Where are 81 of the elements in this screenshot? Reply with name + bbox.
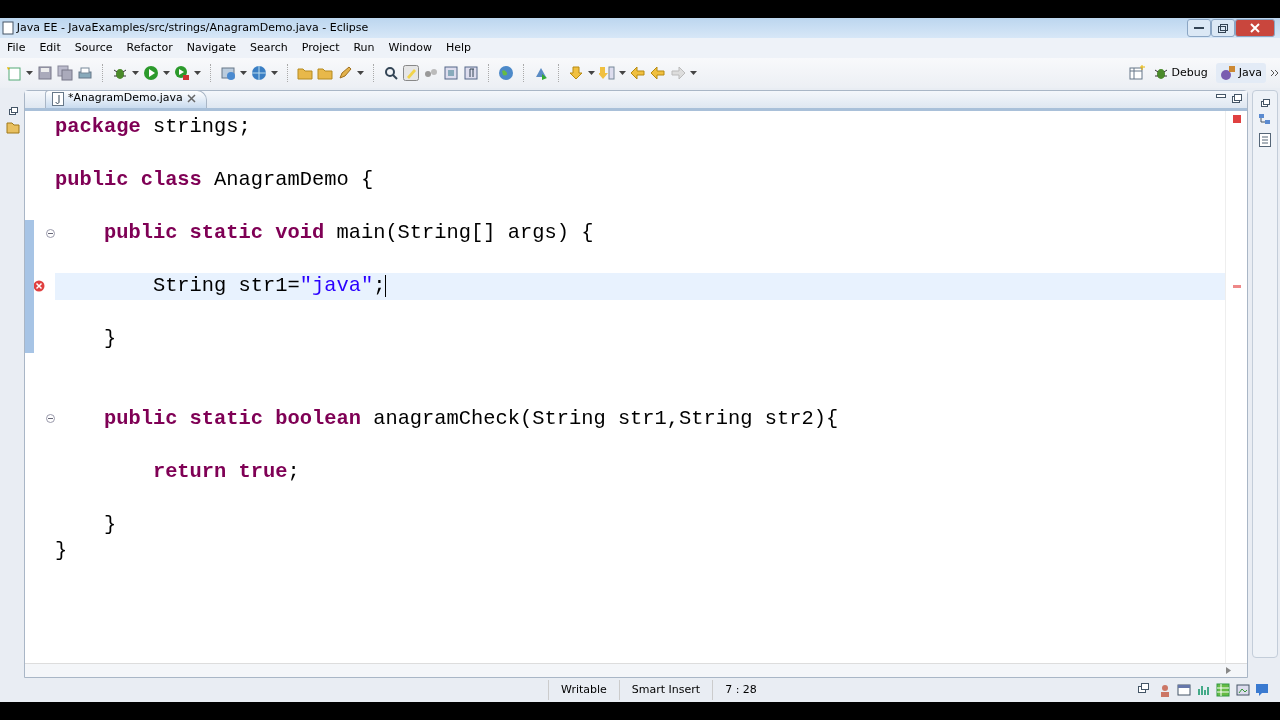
code-line: } xyxy=(102,326,117,352)
dropdown-caret-icon[interactable] xyxy=(26,71,33,75)
error-marker-icon xyxy=(1233,285,1241,288)
code-line: } xyxy=(102,511,117,538)
menu-item[interactable]: Refactor xyxy=(119,39,180,57)
dropdown-caret-icon[interactable] xyxy=(194,71,201,75)
code-line: public class AnagramDemo { xyxy=(55,167,374,193)
collapse-icon[interactable] xyxy=(45,228,55,238)
editor-tab[interactable]: *AnagramDemo.java xyxy=(45,90,207,108)
code-line: return true; xyxy=(151,458,300,485)
restore-icon[interactable] xyxy=(8,106,18,115)
minimize-button[interactable] xyxy=(1186,19,1211,37)
comment-icon[interactable] xyxy=(1255,683,1269,697)
chevron-icon[interactable] xyxy=(1270,69,1280,77)
error-marker-icon xyxy=(1233,115,1241,123)
folder-icon xyxy=(297,65,313,81)
code-line: } xyxy=(55,538,68,564)
perspective-button[interactable]: Debug xyxy=(1148,62,1212,84)
dropdown-caret-icon[interactable] xyxy=(132,71,139,75)
status-field: Smart Insert xyxy=(618,680,713,700)
menu-item[interactable]: Search xyxy=(243,39,295,57)
menu-item[interactable]: Run xyxy=(346,39,382,57)
menu-item[interactable]: Project xyxy=(294,39,347,57)
close-icon xyxy=(1249,23,1260,33)
save-all-icon xyxy=(57,65,73,81)
dropdown-caret-icon[interactable] xyxy=(357,71,364,75)
app-icon xyxy=(2,21,14,35)
menu-item[interactable]: Source xyxy=(67,39,120,57)
folder-icon xyxy=(317,65,333,81)
run-icon[interactable] xyxy=(143,65,159,81)
java-perspective-icon xyxy=(1219,65,1236,81)
code-line: public static boolean anagramCheck(String str1,String str2){ xyxy=(102,405,839,432)
package-explorer-icon[interactable] xyxy=(6,120,20,134)
close-icon[interactable] xyxy=(186,94,196,103)
code-line: package strings; xyxy=(55,114,251,140)
back-arrow-icon[interactable] xyxy=(650,65,666,81)
perspective-button[interactable]: Java xyxy=(1215,62,1266,84)
status-field: 7 : 28 xyxy=(712,680,769,700)
code-line: String str1="java"; xyxy=(151,273,386,299)
close-button[interactable] xyxy=(1234,19,1275,37)
dropdown-caret-icon[interactable] xyxy=(690,71,697,75)
code-line: public static void main(String[] args) { xyxy=(102,220,594,246)
maximize-button[interactable] xyxy=(1210,19,1235,37)
java-file-icon xyxy=(52,91,64,106)
globe-icon xyxy=(498,65,514,81)
menu-item[interactable]: Edit xyxy=(32,39,68,57)
minimize-icon xyxy=(1193,26,1204,30)
window-title: Java EE - JavaExamples/src/strings/AnagramDemo.java - Eclipse xyxy=(16,19,370,36)
maximize-icon[interactable] xyxy=(1231,93,1242,103)
search-icon xyxy=(383,65,399,81)
menu-item[interactable]: Navigate xyxy=(179,39,243,57)
scroll-right-icon[interactable] xyxy=(1225,667,1231,674)
highlight-icon xyxy=(403,65,419,81)
outline-icon[interactable] xyxy=(1258,113,1272,127)
window-icon[interactable] xyxy=(1177,683,1191,697)
dropdown-caret-icon[interactable] xyxy=(619,71,626,75)
globe-icon[interactable] xyxy=(251,65,267,81)
menu-item[interactable]: Window xyxy=(381,39,439,57)
restore-icon xyxy=(1217,23,1228,33)
run-tool-icon[interactable] xyxy=(174,65,190,81)
print-icon xyxy=(77,65,93,81)
horizontal-scrollbar[interactable] xyxy=(25,663,1247,677)
collapse-icon[interactable] xyxy=(45,414,55,424)
block-icon xyxy=(443,65,459,81)
status-field: Writable xyxy=(548,680,619,700)
dropdown-caret-icon[interactable] xyxy=(271,71,278,75)
dropdown-caret-icon[interactable] xyxy=(588,71,595,75)
image-icon[interactable] xyxy=(1235,683,1250,697)
dropdown-caret-icon[interactable] xyxy=(240,71,247,75)
open-perspective-icon[interactable] xyxy=(1128,65,1145,81)
minimize-icon[interactable] xyxy=(1216,93,1226,99)
menu-item[interactable]: File xyxy=(0,39,33,57)
save-icon xyxy=(37,65,53,81)
dropdown-caret-icon[interactable] xyxy=(163,71,170,75)
text-cursor xyxy=(385,275,387,298)
paragraph-icon xyxy=(463,65,479,81)
back-arrow-icon xyxy=(630,65,646,81)
task-list-icon[interactable] xyxy=(1259,133,1271,147)
pencil-icon[interactable] xyxy=(337,65,353,81)
menu-item[interactable]: Help xyxy=(438,39,478,57)
restore-icon[interactable] xyxy=(1260,99,1270,107)
